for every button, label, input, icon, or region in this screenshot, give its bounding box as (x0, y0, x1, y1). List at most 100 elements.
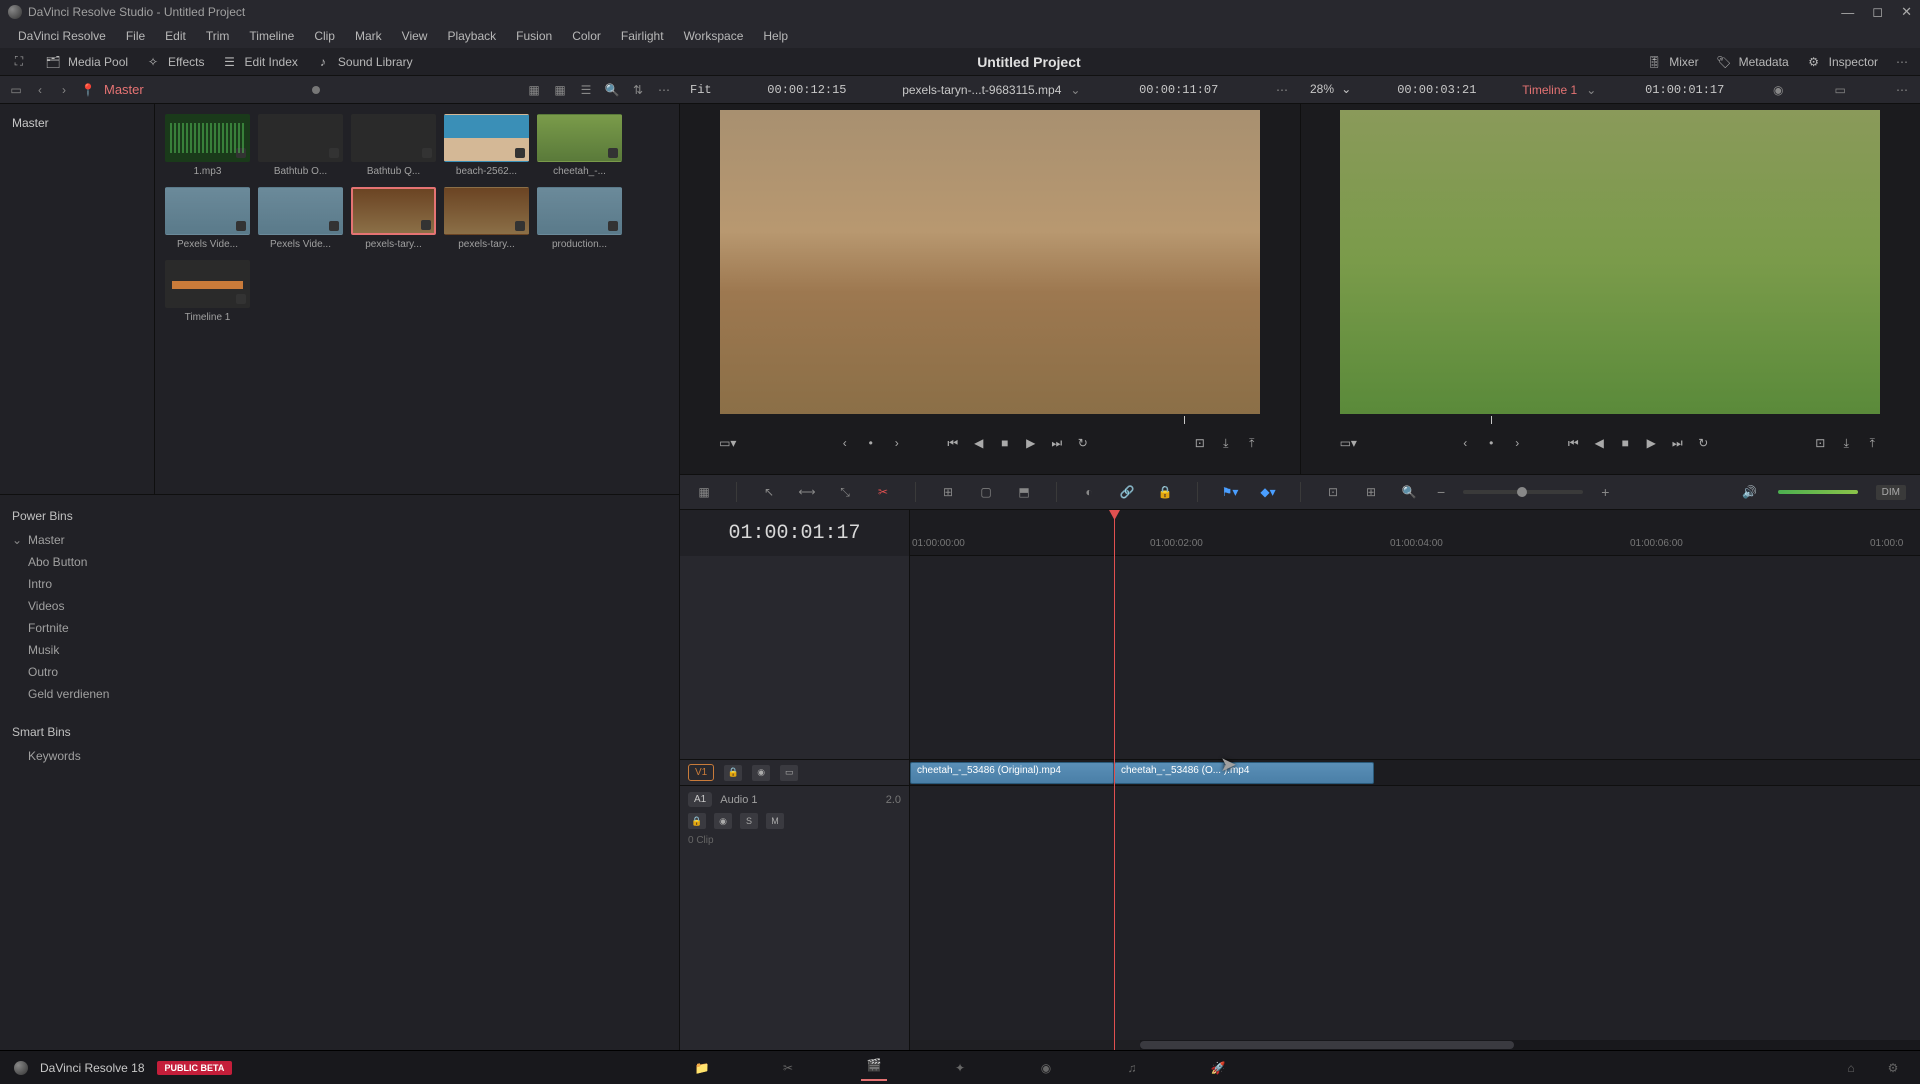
edit-index-toggle[interactable]: ☰ Edit Index (221, 53, 298, 71)
dynamic-trim-icon[interactable]: ⤡ (835, 482, 855, 502)
out-point-icon[interactable]: ⤒ (1244, 435, 1260, 451)
next-edit-icon[interactable]: › (1509, 435, 1525, 451)
master-bin[interactable]: Master (0, 112, 154, 134)
media-clip[interactable]: cheetah_-... (537, 114, 622, 177)
sound-library-toggle[interactable]: ♪ Sound Library (314, 53, 413, 71)
menu-help[interactable]: Help (755, 27, 796, 45)
media-clip[interactable]: 1.mp3 (165, 114, 250, 177)
loop-icon[interactable]: ↻ (1695, 435, 1711, 451)
playhead[interactable] (1114, 510, 1115, 1050)
power-bin-item[interactable]: Musik (0, 639, 679, 661)
power-bin-item[interactable]: Videos (0, 595, 679, 617)
media-clip[interactable]: Bathtub O... (258, 114, 343, 177)
close-button[interactable]: ✕ (1901, 4, 1912, 20)
zoom-full-icon[interactable]: ⊡ (1323, 482, 1343, 502)
first-frame-icon[interactable]: ⏮ (1565, 435, 1581, 451)
lock-icon[interactable]: 🔒 (1155, 482, 1175, 502)
media-clip[interactable]: Timeline 1 (165, 260, 250, 323)
loop-icon[interactable]: ↻ (1075, 435, 1091, 451)
more-icon[interactable]: ⋯ (1274, 82, 1290, 98)
menu-view[interactable]: View (394, 27, 436, 45)
program-scrubber[interactable] (1340, 414, 1880, 428)
match-frame-icon[interactable]: ⊡ (1812, 435, 1828, 451)
zoom-slider[interactable] (1463, 490, 1583, 494)
flag-icon[interactable]: ⚑▾ (1220, 482, 1240, 502)
out-point-icon[interactable]: ⤒ (1864, 435, 1880, 451)
minimize-button[interactable]: — (1841, 5, 1854, 20)
project-settings-icon[interactable]: ⚙ (1880, 1055, 1906, 1081)
menu-trim[interactable]: Trim (198, 27, 238, 45)
blade-tool-icon[interactable]: ✂ (873, 482, 893, 502)
timeline-ruler[interactable]: 01:00:00:0001:00:02:0001:00:04:0001:00:0… (910, 510, 1920, 556)
timeline-clip[interactable]: cheetah_-_53486 (O... ).mp4 (1114, 762, 1374, 784)
chevron-down-icon[interactable]: ⌄ (1067, 82, 1083, 98)
media-clip[interactable]: pexels-tary... (444, 187, 529, 250)
power-bin-item[interactable]: Intro (0, 573, 679, 595)
source-clip-name[interactable]: pexels-taryn-...t-9683115.mp4 ⌄ (902, 82, 1083, 98)
media-clip[interactable]: Bathtub Q... (351, 114, 436, 177)
timeline-clip[interactable]: cheetah_-_53486 (Original).mp4 (910, 762, 1114, 784)
retime-icon[interactable]: ◐ (1079, 482, 1099, 502)
insert-clip-icon[interactable]: ⊞ (938, 482, 958, 502)
more-icon[interactable]: ⋯ (656, 82, 672, 98)
menu-file[interactable]: File (118, 27, 153, 45)
menu-fusion[interactable]: Fusion (508, 27, 560, 45)
next-edit-icon[interactable]: › (889, 435, 905, 451)
timeline-view-options-icon[interactable]: ▦ (694, 482, 714, 502)
power-bin-item[interactable]: Abo Button (0, 551, 679, 573)
bin-view-icon[interactable]: ▭ (8, 82, 24, 98)
maximize-button[interactable]: ◻ (1872, 4, 1883, 20)
menu-fairlight[interactable]: Fairlight (613, 27, 672, 45)
thumbnail-view-icon[interactable]: ▦ (552, 82, 568, 98)
zoom-detail-icon[interactable]: ⊞ (1361, 482, 1381, 502)
menu-color[interactable]: Color (564, 27, 609, 45)
stop-icon[interactable]: ■ (997, 435, 1013, 451)
menu-workspace[interactable]: Workspace (676, 27, 752, 45)
media-page-icon[interactable]: 📁 (689, 1055, 715, 1081)
fairlight-page-icon[interactable]: ♫ (1119, 1055, 1145, 1081)
play-icon[interactable]: ▶ (1023, 435, 1039, 451)
mixer-toggle[interactable]: 🎚 Mixer (1645, 53, 1698, 71)
menu-playback[interactable]: Playback (439, 27, 504, 45)
timeline-timecode[interactable]: 01:00:01:17 (680, 510, 909, 556)
match-frame-icon[interactable]: ⊡ (1192, 435, 1208, 451)
fusion-page-icon[interactable]: ✦ (947, 1055, 973, 1081)
menu-edit[interactable]: Edit (157, 27, 194, 45)
stop-icon[interactable]: ■ (1617, 435, 1633, 451)
monitor-volume-icon[interactable]: 🔊 (1740, 482, 1760, 502)
last-frame-icon[interactable]: ⏭ (1049, 435, 1065, 451)
power-bins-master[interactable]: ⌄ Master (0, 529, 679, 551)
play-icon[interactable]: ▶ (1643, 435, 1659, 451)
volume-slider[interactable] (1778, 490, 1858, 494)
power-bin-item[interactable]: Fortnite (0, 617, 679, 639)
effects-toggle[interactable]: ✧ Effects (144, 53, 204, 71)
power-bin-item[interactable]: Geld verdienen (0, 683, 679, 705)
prev-edit-icon[interactable]: ‹ (837, 435, 853, 451)
last-frame-icon[interactable]: ⏭ (1669, 435, 1685, 451)
sort-icon[interactable]: ⇅ (630, 82, 646, 98)
play-reverse-icon[interactable]: ◀ (1591, 435, 1607, 451)
solo-button[interactable]: S (740, 813, 758, 829)
menu-davinci-resolve[interactable]: DaVinci Resolve (10, 27, 114, 45)
cut-page-icon[interactable]: ✂ (775, 1055, 801, 1081)
selection-tool-icon[interactable]: ↖ (759, 482, 779, 502)
replace-clip-icon[interactable]: ⬒ (1014, 482, 1034, 502)
media-clip[interactable]: pexels-tary... (351, 187, 436, 250)
play-around-icon[interactable]: • (1483, 435, 1499, 451)
home-icon[interactable]: ⌂ (1838, 1055, 1864, 1081)
v1-track-header[interactable]: V1 🔒 ◉ ▭ (680, 760, 909, 786)
v1-badge[interactable]: V1 (688, 764, 714, 781)
power-bin-item[interactable]: Outro (0, 661, 679, 683)
smart-bin-item[interactable]: Keywords (0, 745, 679, 767)
a1-track-header[interactable]: A1 Audio 1 2.0 🔒 ◉ S M 0 Clip (680, 786, 909, 852)
program-zoom[interactable]: 28% ⌄ (1310, 82, 1351, 97)
auto-select-icon[interactable]: ◉ (714, 813, 732, 829)
play-around-icon[interactable]: • (863, 435, 879, 451)
chevron-down-icon[interactable]: ⌄ (12, 533, 22, 547)
nav-fwd-icon[interactable]: › (56, 82, 72, 98)
dim-button[interactable]: DIM (1876, 485, 1906, 500)
list-view-icon[interactable]: ☰ (578, 82, 594, 98)
disable-video-icon[interactable]: ▭ (780, 765, 798, 781)
media-clip[interactable]: Pexels Vide... (258, 187, 343, 250)
metadata-toggle[interactable]: 🏷 Metadata (1715, 53, 1789, 71)
